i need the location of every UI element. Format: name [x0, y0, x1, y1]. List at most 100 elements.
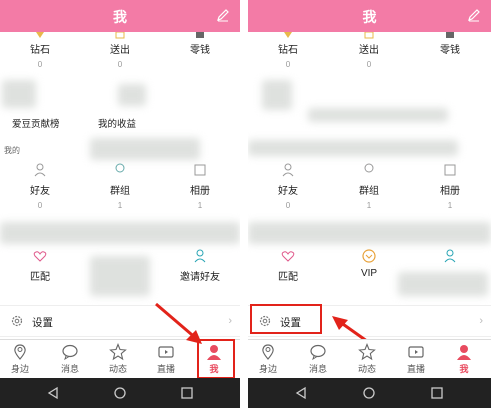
blurred-area [0, 222, 240, 244]
groups-item[interactable]: 群组 1 [80, 162, 160, 210]
item-label: 群组 [359, 186, 379, 197]
home-icon[interactable] [362, 386, 376, 400]
tab-nearby[interactable]: 身边 [0, 343, 40, 375]
invite-item[interactable] [410, 248, 490, 264]
item-label: 好友 [30, 186, 50, 197]
stat-label: 零钱 [440, 45, 460, 56]
item-label: 相册 [440, 186, 460, 197]
stat-diamond[interactable]: 钻石 0 [248, 32, 328, 69]
item-count: 0 [285, 201, 291, 210]
album-item[interactable]: 相册 1 [160, 162, 240, 210]
group-icon [115, 163, 125, 173]
stat-change[interactable]: 零钱 [160, 32, 240, 60]
tab-label: 我 [459, 364, 469, 374]
system-nav-bar [0, 378, 240, 408]
blurred-area [118, 84, 146, 106]
recents-icon[interactable] [430, 386, 444, 400]
tab-bar: 身边 消息 动态 直播 我 [248, 339, 491, 379]
stat-label: 钻石 [278, 45, 298, 56]
item-count: 1 [366, 201, 372, 210]
tab-me[interactable]: 我 [444, 343, 484, 375]
social-row: 好友 0 群组 1 相册 1 [248, 162, 491, 212]
stat-sent[interactable]: 送出 0 [80, 32, 160, 69]
item-label: 邀请好友 [180, 272, 220, 283]
add-person-icon [194, 249, 206, 263]
tab-feed[interactable]: 动态 [347, 343, 387, 375]
app-header: 我 [248, 0, 491, 32]
settings-label: 设置 [32, 317, 53, 329]
item-label: 好友 [278, 186, 298, 197]
blurred-area [248, 140, 458, 156]
match-item[interactable]: 匹配 [0, 248, 80, 283]
blurred-area [308, 108, 448, 122]
location-icon [14, 344, 26, 360]
invite-friends-item[interactable]: 邀请好友 [160, 248, 240, 283]
item-count: 1 [197, 201, 203, 210]
stat-diamond[interactable]: 钻石 0 [0, 32, 80, 69]
groups-item[interactable]: 群组 1 [329, 162, 409, 210]
stat-value: 0 [366, 60, 372, 69]
blurred-area [90, 256, 150, 296]
tab-label: 直播 [406, 364, 425, 374]
back-icon[interactable] [294, 386, 308, 400]
tab-feed[interactable]: 动态 [98, 343, 138, 375]
page-title: 我 [113, 9, 127, 25]
album-icon [444, 164, 456, 176]
item-label: 匹配 [278, 272, 298, 283]
tab-messages[interactable]: 消息 [298, 343, 338, 375]
stat-value: 0 [285, 60, 291, 69]
page-title: 我 [362, 9, 377, 25]
star-icon [109, 343, 127, 361]
stat-label: 送出 [110, 45, 130, 56]
tab-nearby[interactable]: 身边 [248, 343, 288, 375]
match-item[interactable]: 匹配 [248, 248, 328, 283]
contribution-rank-link[interactable]: 爱豆贡献榜 [12, 116, 60, 130]
wallet-icon [446, 32, 454, 38]
stat-sent[interactable]: 送出 0 [329, 32, 409, 69]
social-row: 好友 0 群组 1 相册 1 [0, 162, 240, 212]
item-label: 群组 [110, 186, 130, 197]
section-title-mine: 我的 [4, 146, 20, 155]
back-icon[interactable] [46, 386, 60, 400]
diamond-icon [36, 32, 44, 38]
stat-label: 钻石 [30, 45, 50, 56]
friends-item[interactable]: 好友 0 [248, 162, 328, 210]
stat-label: 零钱 [190, 45, 210, 56]
blurred-area [2, 80, 36, 108]
person-outline-icon [282, 163, 294, 177]
stat-value: 0 [117, 60, 123, 69]
my-earnings-link[interactable]: 我的收益 [98, 116, 136, 130]
stat-value: 0 [37, 60, 43, 69]
item-label: 相册 [190, 186, 210, 197]
edit-icon[interactable] [216, 8, 230, 22]
stat-change[interactable]: 零钱 [410, 32, 490, 60]
tab-label: 动态 [108, 364, 127, 374]
blurred-area [262, 80, 292, 110]
tab-live[interactable]: 直播 [396, 343, 436, 375]
tab-label: 动态 [357, 364, 376, 374]
album-icon [194, 164, 206, 176]
friends-item[interactable]: 好友 0 [0, 162, 80, 210]
tab-label: 消息 [60, 364, 79, 374]
right-screenshot: 我 钻石 0 送出 0 零钱 好友 0 群组 1 相册 1 匹配 VIP 设置 … [248, 0, 491, 408]
home-icon[interactable] [113, 386, 127, 400]
album-item[interactable]: 相册 1 [410, 162, 490, 210]
tab-messages[interactable]: 消息 [50, 343, 90, 375]
add-person-icon [444, 249, 456, 263]
tab-label: 消息 [308, 364, 327, 374]
blurred-area [248, 222, 491, 244]
item-count: 1 [117, 201, 123, 210]
item-count: 0 [37, 201, 43, 210]
diamond-icon [284, 32, 292, 38]
recents-icon[interactable] [180, 386, 194, 400]
edit-icon[interactable] [467, 8, 481, 22]
item-count: 1 [447, 201, 453, 210]
item-label: 匹配 [30, 272, 50, 283]
app-header: 我 [0, 0, 240, 32]
wallet-icon [196, 32, 204, 38]
left-screenshot: 我 钻石 0 送出 0 零钱 爱豆贡献榜 我的收益 我的 好友 0 群组 1 相… [0, 0, 240, 408]
gear-icon [11, 315, 23, 327]
vip-item[interactable]: VIP [329, 248, 409, 279]
tab-label: 身边 [10, 364, 29, 374]
chevron-right-icon: › [479, 315, 483, 327]
